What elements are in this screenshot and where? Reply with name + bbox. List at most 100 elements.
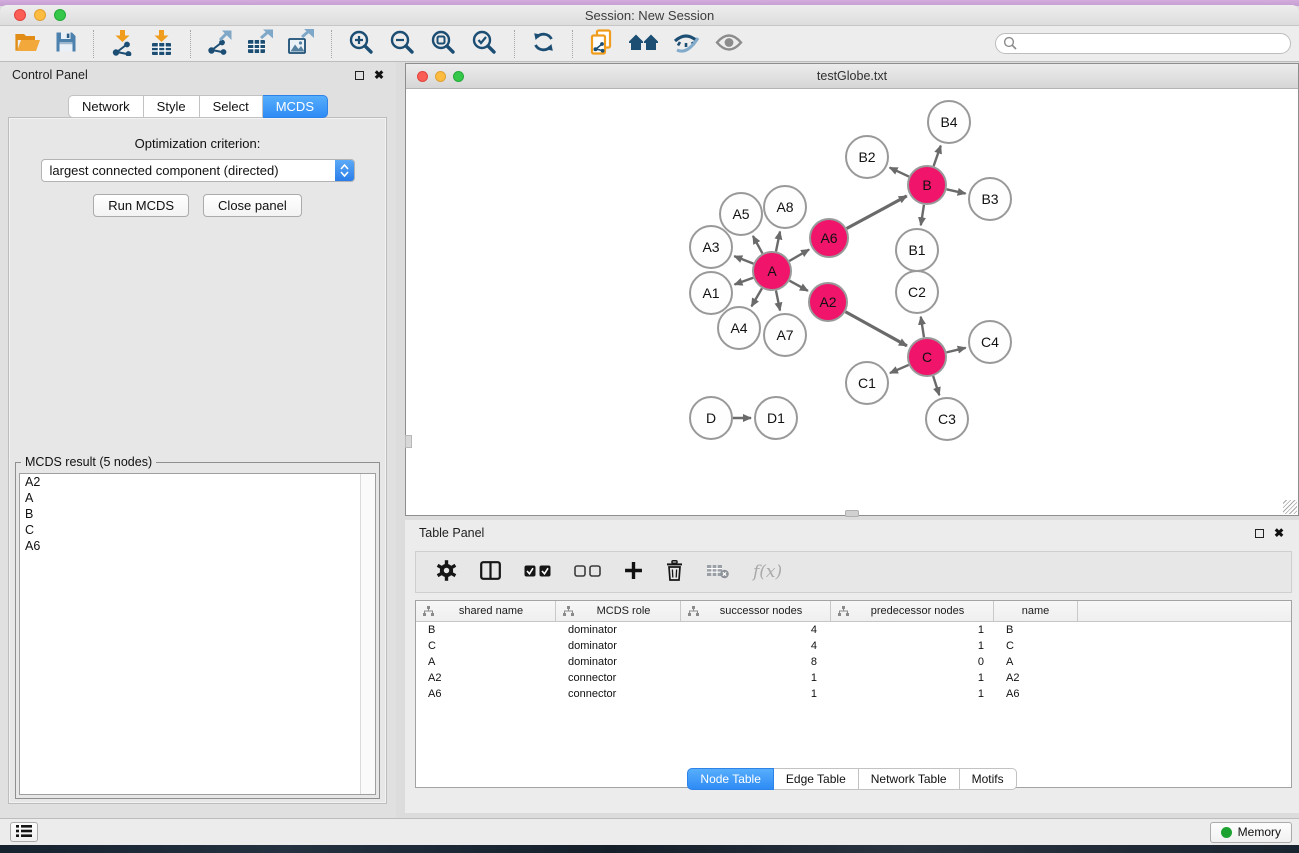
table-row[interactable]: Bdominator41B: [416, 622, 1291, 638]
edge-A-A6[interactable]: [789, 250, 809, 261]
float-panel-icon[interactable]: [355, 71, 364, 80]
run-mcds-button[interactable]: Run MCDS: [93, 194, 189, 217]
table-row[interactable]: Cdominator41C: [416, 638, 1291, 654]
delete-table-icon[interactable]: [706, 563, 730, 582]
result-list-scrollbar[interactable]: [360, 474, 375, 794]
tab-style[interactable]: Style: [144, 95, 200, 118]
graph-node-D1[interactable]: D1: [755, 397, 797, 439]
settings-gear-icon[interactable]: [436, 560, 457, 584]
edge-A-A1[interactable]: [735, 278, 754, 285]
close-panel-icon[interactable]: ✖: [374, 71, 384, 80]
graph-node-A7[interactable]: A7: [764, 314, 806, 356]
edge-C-C3[interactable]: [933, 376, 939, 395]
graph-node-A[interactable]: A: [753, 252, 791, 290]
select-all-icon[interactable]: [524, 565, 551, 580]
graph-node-B3[interactable]: B3: [969, 178, 1011, 220]
tab-network-table[interactable]: Network Table: [859, 768, 960, 790]
edge-A-A2[interactable]: [789, 281, 807, 291]
graph-node-A6[interactable]: A6: [810, 219, 848, 257]
panel-grip-bottom[interactable]: [845, 510, 859, 517]
table-row[interactable]: A2connector11A2: [416, 670, 1291, 686]
save-session-button[interactable]: [48, 29, 84, 59]
column-header-successor-nodes[interactable]: successor nodes: [681, 601, 831, 621]
graph-node-A8[interactable]: A8: [764, 186, 806, 228]
task-history-button[interactable]: [10, 822, 38, 842]
edge-A-A7[interactable]: [776, 291, 780, 311]
tab-select[interactable]: Select: [200, 95, 263, 118]
graph-node-C3[interactable]: C3: [926, 398, 968, 440]
export-network-button[interactable]: [200, 29, 240, 59]
graph-node-C2[interactable]: C2: [896, 271, 938, 313]
export-image-button[interactable]: [281, 29, 322, 59]
edge-C-C2[interactable]: [921, 317, 924, 338]
mcds-result-item[interactable]: B: [20, 506, 375, 522]
zoom-selected-button[interactable]: [464, 29, 505, 59]
close-panel-icon[interactable]: ✖: [1274, 529, 1284, 538]
graph-node-D[interactable]: D: [690, 397, 732, 439]
refresh-button[interactable]: [524, 29, 563, 59]
criterion-dropdown[interactable]: largest connected component (directed): [41, 159, 355, 182]
search-input[interactable]: [995, 33, 1291, 54]
add-column-icon[interactable]: [624, 561, 643, 583]
delete-column-icon[interactable]: [666, 560, 683, 584]
column-header-predecessor-nodes[interactable]: predecessor nodes: [831, 601, 994, 621]
zoom-fit-button[interactable]: [423, 29, 464, 59]
edge-B-B4[interactable]: [934, 146, 941, 167]
first-neighbors-button[interactable]: [621, 29, 666, 59]
mcds-result-item[interactable]: C: [20, 522, 375, 538]
window-resize-grip[interactable]: [1283, 500, 1297, 514]
table-row[interactable]: Adominator80A: [416, 654, 1291, 670]
show-all-button[interactable]: [708, 29, 750, 59]
memory-button[interactable]: Memory: [1210, 822, 1292, 843]
edge-A-A8[interactable]: [776, 231, 780, 251]
mcds-result-item[interactable]: A: [20, 490, 375, 506]
edge-C-C1[interactable]: [890, 365, 909, 373]
column-header-name[interactable]: name: [994, 601, 1078, 621]
graph-node-A3[interactable]: A3: [690, 226, 732, 268]
graph-node-B2[interactable]: B2: [846, 136, 888, 178]
column-header-MCDS-role[interactable]: MCDS role: [556, 601, 681, 621]
edge-A-A5[interactable]: [753, 236, 763, 253]
network-canvas[interactable]: B4B2BB3A8A5A6A3B1AC2A1A2A4A7C4CC1C3DD1: [406, 89, 1298, 515]
export-table-button[interactable]: [240, 29, 281, 59]
edge-B-B1[interactable]: [921, 205, 924, 226]
graph-node-A1[interactable]: A1: [690, 272, 732, 314]
table-row[interactable]: A6connector11A6: [416, 686, 1291, 702]
edge-A2-C[interactable]: [845, 312, 906, 346]
mcds-result-item[interactable]: A6: [20, 538, 375, 554]
edge-B-B3[interactable]: [947, 189, 966, 193]
import-network-button[interactable]: [103, 29, 142, 59]
zoom-out-button[interactable]: [382, 29, 423, 59]
open-session-button[interactable]: [8, 29, 48, 59]
graph-node-A5[interactable]: A5: [720, 193, 762, 235]
network-graph[interactable]: B4B2BB3A8A5A6A3B1AC2A1A2A4A7C4CC1C3DD1: [406, 89, 1298, 515]
tab-node-table[interactable]: Node Table: [687, 768, 774, 790]
graph-node-C4[interactable]: C4: [969, 321, 1011, 363]
duplicate-network-button[interactable]: [582, 29, 621, 59]
float-panel-icon[interactable]: [1255, 529, 1264, 538]
deselect-all-icon[interactable]: [574, 565, 601, 580]
tab-motifs[interactable]: Motifs: [960, 768, 1017, 790]
edge-B-B2[interactable]: [890, 168, 909, 177]
zoom-in-button[interactable]: [341, 29, 382, 59]
function-builder-icon[interactable]: f(x): [753, 562, 782, 582]
graph-node-C1[interactable]: C1: [846, 362, 888, 404]
hide-selected-button[interactable]: [666, 29, 708, 59]
graph-node-B[interactable]: B: [908, 166, 946, 204]
import-table-button[interactable]: [142, 29, 181, 59]
graph-node-B1[interactable]: B1: [896, 229, 938, 271]
edge-A6-B[interactable]: [847, 196, 907, 229]
tab-edge-table[interactable]: Edge Table: [774, 768, 859, 790]
graph-node-A4[interactable]: A4: [718, 307, 760, 349]
edge-C-C4[interactable]: [946, 348, 965, 353]
edge-A-A4[interactable]: [752, 288, 762, 306]
close-panel-button[interactable]: Close panel: [203, 194, 302, 217]
edge-A-A3[interactable]: [734, 256, 753, 264]
column-header-shared-name[interactable]: shared name: [416, 601, 556, 621]
mcds-result-list[interactable]: A2ABCA6: [19, 473, 376, 795]
panel-grip-left[interactable]: [405, 435, 412, 448]
tab-network[interactable]: Network: [68, 95, 144, 118]
tab-mcds[interactable]: MCDS: [263, 95, 328, 118]
graph-node-C[interactable]: C: [908, 338, 946, 376]
graph-node-A2[interactable]: A2: [809, 283, 847, 321]
